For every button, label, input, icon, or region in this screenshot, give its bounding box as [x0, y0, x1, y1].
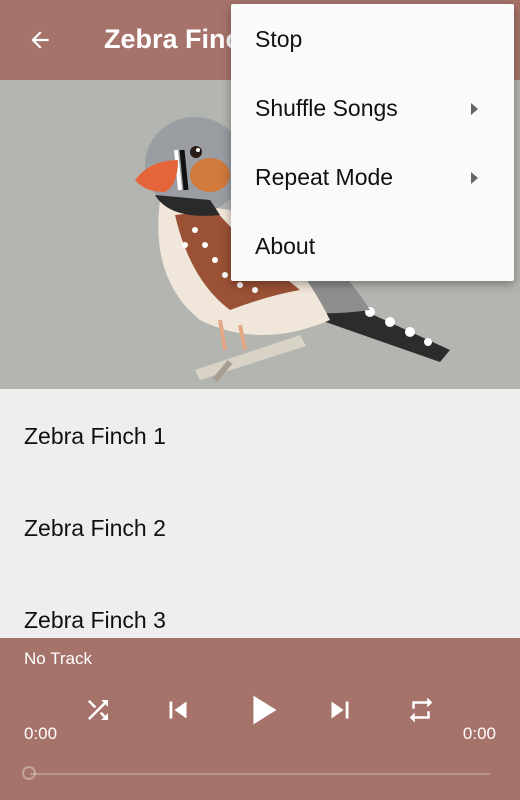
track-list: Zebra Finch 1 Zebra Finch 2 Zebra Finch …	[0, 389, 520, 638]
shuffle-icon	[88, 700, 108, 720]
overflow-menu: Stop Shuffle Songs Repeat Mode About	[231, 4, 514, 281]
menu-item-about[interactable]: About	[231, 213, 514, 282]
menu-item-label: Stop	[255, 26, 303, 52]
menu-item-label: Repeat Mode	[255, 164, 394, 190]
total-time: 0:00	[462, 724, 496, 743]
elapsed-time: 0:00	[24, 724, 58, 743]
player-bar: No Track 0:00 0:00	[0, 638, 520, 800]
next-button[interactable]	[320, 690, 360, 730]
submenu-arrow-icon	[471, 172, 478, 184]
play-icon	[253, 695, 277, 725]
track-title: Zebra Finch 2	[24, 515, 166, 541]
menu-item-repeat-mode[interactable]: Repeat Mode	[231, 144, 514, 213]
menu-item-label: About	[255, 233, 316, 259]
track-title: Zebra Finch 3	[24, 607, 166, 633]
arrow-left-icon	[31, 31, 49, 49]
previous-button[interactable]	[158, 690, 198, 730]
track-item[interactable]: Zebra Finch 2	[0, 481, 520, 573]
skip-next-icon	[331, 701, 349, 719]
shuffle-button[interactable]	[78, 690, 118, 730]
seek-bar[interactable]	[30, 773, 490, 775]
back-button[interactable]	[18, 20, 62, 60]
track-item[interactable]: Zebra Finch 1	[0, 389, 520, 481]
menu-item-shuffle-songs[interactable]: Shuffle Songs	[231, 75, 514, 144]
seek-thumb[interactable]	[22, 766, 36, 780]
now-playing-label: No Track	[24, 649, 93, 668]
menu-item-label: Shuffle Songs	[255, 95, 398, 121]
repeat-icon	[409, 697, 433, 723]
repeat-button[interactable]	[401, 690, 441, 730]
play-button[interactable]	[238, 685, 288, 735]
menu-item-stop[interactable]: Stop	[231, 6, 514, 75]
track-item[interactable]: Zebra Finch 3	[0, 573, 520, 638]
submenu-arrow-icon	[471, 103, 478, 115]
track-title: Zebra Finch 1	[24, 423, 166, 449]
skip-previous-icon	[169, 701, 187, 719]
